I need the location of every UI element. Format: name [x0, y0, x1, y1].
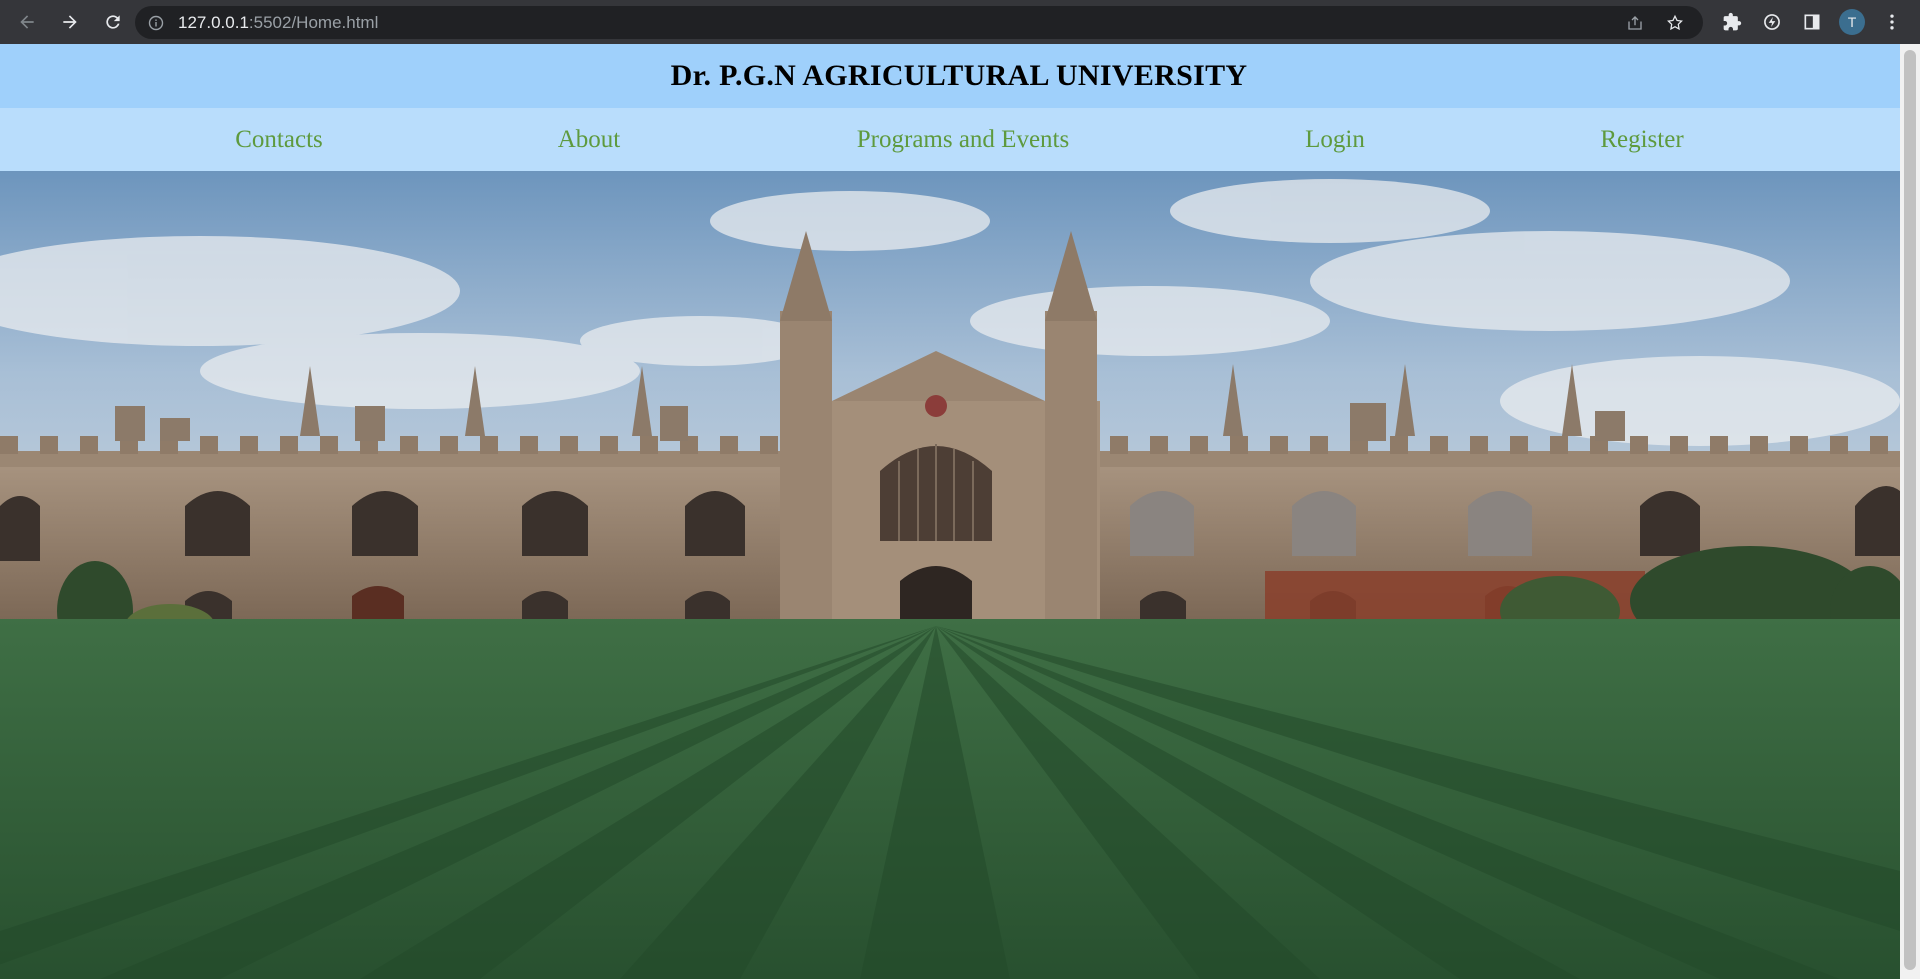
avatar: T: [1839, 9, 1865, 35]
extension-icon[interactable]: [1752, 0, 1792, 44]
url-host: 127.0.0.1: [178, 12, 249, 32]
site-header: Dr. P.G.N AGRICULTURAL UNIVERSITY: [0, 44, 1900, 108]
address-bar[interactable]: 127.0.0.1:5502/Home.html: [135, 6, 1703, 39]
nav-link-about[interactable]: About: [558, 108, 621, 171]
url-path: :5502/Home.html: [248, 12, 379, 32]
page-title: Dr. P.G.N AGRICULTURAL UNIVERSITY: [670, 59, 1248, 92]
arrow-left-icon: [20, 15, 34, 29]
share-icon[interactable]: [1615, 6, 1655, 39]
nav-link-login[interactable]: Login: [1305, 108, 1365, 171]
page-scrollbar[interactable]: [1900, 44, 1920, 979]
reload-button[interactable]: [97, 6, 129, 38]
profile-button[interactable]: T: [1832, 0, 1872, 44]
forward-button[interactable]: [54, 6, 86, 38]
browser-toolbar: 127.0.0.1:5502/Home.html T: [0, 0, 1920, 44]
bookmark-star-icon[interactable]: [1655, 6, 1695, 39]
main-nav: Contacts About Programs and Events Login…: [0, 108, 1900, 171]
nav-link-register[interactable]: Register: [1600, 108, 1683, 171]
page: Dr. P.G.N AGRICULTURAL UNIVERSITY Contac…: [0, 44, 1900, 979]
page-viewport: Dr. P.G.N AGRICULTURAL UNIVERSITY Contac…: [0, 44, 1920, 979]
side-panel-icon[interactable]: [1792, 0, 1832, 44]
reload-icon: [106, 15, 120, 29]
menu-kebab-icon[interactable]: [1872, 0, 1912, 44]
extensions-puzzle-icon[interactable]: [1712, 0, 1752, 44]
university-building-photo: [0, 171, 1900, 979]
nav-link-programs-events[interactable]: Programs and Events: [857, 108, 1069, 171]
nav-link-contacts[interactable]: Contacts: [235, 108, 323, 171]
hero-image: [0, 171, 1900, 979]
back-button[interactable]: [11, 6, 43, 38]
arrow-right-icon: [63, 15, 77, 29]
scrollbar-thumb[interactable]: [1904, 50, 1916, 970]
info-icon[interactable]: [148, 15, 164, 31]
url-text[interactable]: 127.0.0.1:5502/Home.html: [178, 13, 378, 33]
